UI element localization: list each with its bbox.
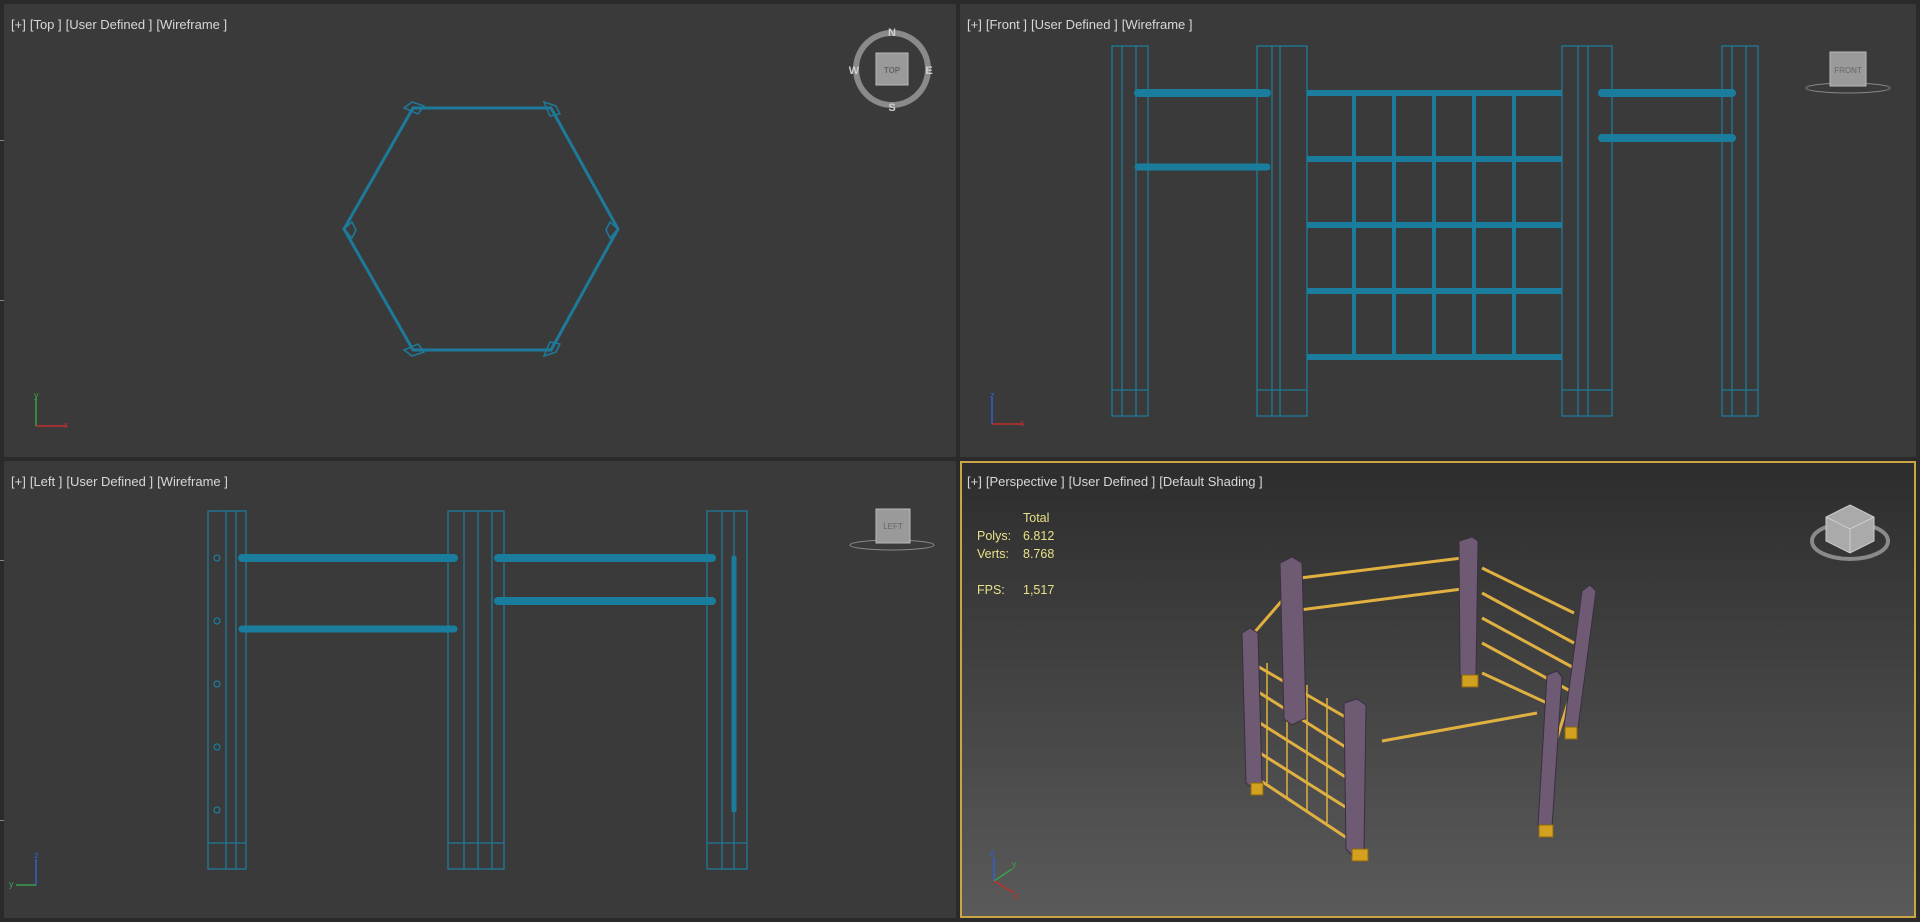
- compass-south: S: [888, 102, 895, 114]
- viewport-front[interactable]: FRONT z x [+] [Front ] [User Defined ] [Wir…: [960, 4, 1916, 457]
- svg-text:LEFT: LEFT: [883, 522, 903, 531]
- svg-text:y: y: [34, 390, 39, 400]
- fps-label: FPS:: [977, 583, 1005, 597]
- axis-tripod-front: z x: [990, 390, 1025, 428]
- viewcube-perspective[interactable]: [1810, 504, 1890, 561]
- svg-text:y: y: [9, 879, 14, 889]
- perspective-scene: z y x: [990, 504, 1890, 901]
- compass-west: W: [849, 65, 860, 77]
- viewport-left[interactable]: LEFT z y [+] [Left ] [User Defined ] [Wiref…: [4, 461, 956, 918]
- svg-text:z: z: [34, 850, 39, 860]
- edge-tick: [0, 560, 4, 561]
- top-wireframe-scene: N S E W TOP y x: [34, 27, 933, 430]
- viewport-view-menu[interactable]: [Top ]: [30, 17, 62, 32]
- viewport-menu-plus[interactable]: [+]: [967, 474, 982, 489]
- left-wireframe-scene: LEFT z y: [9, 508, 935, 889]
- viewport-top[interactable]: N S E W TOP y x [+] [Top ] [User Defined ]…: [4, 4, 956, 457]
- svg-text:y: y: [1012, 859, 1017, 869]
- axis-tripod-left: z y: [9, 850, 39, 889]
- polys-value: 6.812: [1023, 529, 1055, 543]
- viewport-shading-menu[interactable]: [Wireframe ]: [157, 474, 228, 489]
- viewport-label-top[interactable]: [+] [Top ] [User Defined ] [Wireframe ]: [11, 17, 231, 32]
- verts-label: Verts:: [977, 547, 1009, 561]
- viewport-view-menu[interactable]: [Front ]: [986, 17, 1027, 32]
- viewport-perspective[interactable]: z y x [+] [Perspective ] [User Defined ] [D…: [960, 461, 1916, 918]
- viewport-shading-menu[interactable]: [Default Shading ]: [1159, 474, 1262, 489]
- compass-north: N: [888, 27, 896, 39]
- viewport-stage-menu[interactable]: [User Defined ]: [1031, 17, 1118, 32]
- viewport-menu-plus[interactable]: [+]: [967, 17, 982, 32]
- svg-text:z: z: [990, 848, 995, 858]
- viewport-shading-menu[interactable]: [Wireframe ]: [1122, 17, 1193, 32]
- viewport-view-menu[interactable]: [Left ]: [30, 474, 63, 489]
- stats-header: Total: [1023, 511, 1050, 525]
- svg-text:z: z: [990, 390, 995, 400]
- viewport-menu-plus[interactable]: [+]: [11, 474, 26, 489]
- svg-text:x: x: [64, 420, 69, 430]
- edge-tick: [0, 300, 4, 301]
- front-wireframe-scene: FRONT z x: [990, 45, 1891, 428]
- svg-text:x: x: [1014, 891, 1019, 901]
- compass-east: E: [925, 65, 932, 77]
- viewport-menu-plus[interactable]: [+]: [11, 17, 26, 32]
- scene-statistics: Total Polys: 6.812 Verts: 8.768 FPS: 1,517: [977, 509, 1054, 599]
- fps-value: 1,517: [1023, 583, 1055, 597]
- viewport-label-perspective[interactable]: [+] [Perspective ] [User Defined ] [Default…: [967, 474, 1267, 489]
- axis-tripod-perspective: z y x: [990, 848, 1019, 901]
- svg-text:x: x: [1020, 418, 1025, 428]
- viewport-shading-menu[interactable]: [Wireframe ]: [156, 17, 227, 32]
- viewport-stage-menu[interactable]: [User Defined ]: [1069, 474, 1156, 489]
- viewcube-front[interactable]: FRONT: [1805, 51, 1891, 94]
- viewport-stage-menu[interactable]: [User Defined ]: [66, 474, 153, 489]
- polys-label: Polys:: [977, 529, 1012, 543]
- verts-value: 8.768: [1023, 547, 1055, 561]
- viewport-stage-menu[interactable]: [User Defined ]: [66, 17, 153, 32]
- edge-tick: [0, 820, 4, 821]
- viewport-view-menu[interactable]: [Perspective ]: [986, 474, 1065, 489]
- viewport-label-left[interactable]: [+] [Left ] [User Defined ] [Wireframe ]: [11, 474, 232, 489]
- viewport-label-front[interactable]: [+] [Front ] [User Defined ] [Wireframe ]: [967, 17, 1197, 32]
- svg-text:FRONT: FRONT: [1834, 66, 1862, 75]
- edge-tick: [0, 140, 4, 141]
- viewcube-label-top: TOP: [884, 66, 901, 75]
- axis-tripod-top: y x: [34, 390, 69, 430]
- viewcube-left[interactable]: LEFT: [849, 508, 935, 551]
